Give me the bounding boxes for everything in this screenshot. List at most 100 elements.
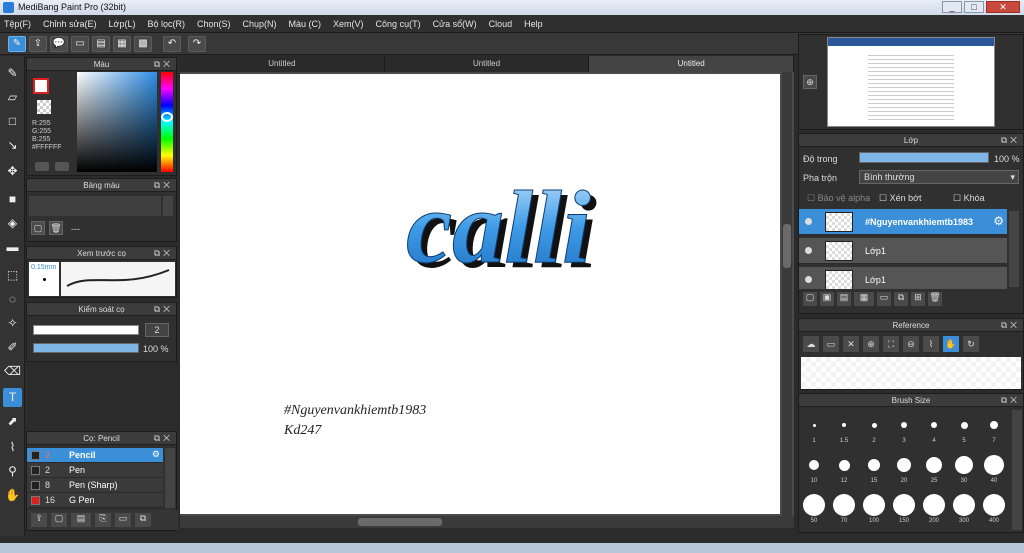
hand-tool-icon[interactable]: ✋ — [3, 486, 22, 505]
operation-tool-icon[interactable]: ⬈ — [3, 412, 22, 431]
brush-size-option[interactable] — [891, 452, 917, 478]
select-eraser-icon[interactable]: ⌫ — [3, 362, 22, 381]
brush-size-option[interactable] — [801, 412, 827, 438]
color-option-icon[interactable] — [35, 162, 49, 171]
brush-tool-icon[interactable]: ✎ — [3, 64, 22, 83]
layer-opacity-slider[interactable] — [859, 152, 989, 163]
brush-size-option[interactable] — [921, 452, 947, 478]
panel-controls-icon[interactable]: ⧉✕ — [1001, 319, 1020, 332]
panel-controls-icon[interactable]: ⧉✕ — [154, 247, 173, 260]
select-rect-icon[interactable]: ⬚ — [3, 266, 22, 285]
brush-size-option[interactable] — [921, 492, 947, 518]
undo-icon[interactable]: ↶ — [163, 36, 181, 52]
reference-hand-icon[interactable]: ✋ — [943, 336, 959, 352]
reference-zoom-in-icon[interactable]: ⊕ — [863, 336, 879, 352]
brush-duplicate-icon[interactable]: ⧉ — [135, 513, 151, 527]
gear-icon[interactable]: ⚙ — [993, 214, 1004, 228]
tab-untitled-1[interactable]: Untitled — [180, 56, 385, 72]
brush-list-item[interactable]: 16 G Pen — [27, 493, 163, 508]
brush-add-icon[interactable]: ▤ — [71, 513, 91, 527]
brush-folder-icon[interactable]: ▭ — [115, 513, 131, 527]
drawing-canvas[interactable]: calli calli #Nguyenvankhiemtb1983 Kd247 — [180, 74, 780, 514]
layer-row[interactable]: #Nguyenvankhiemtb1983 ⚙ — [799, 209, 1007, 235]
lock-checkbox[interactable]: ☐ Khóa — [953, 193, 985, 204]
reference-close-icon[interactable]: ✕ — [843, 336, 859, 352]
brush-copy-icon[interactable]: ⎘ — [95, 513, 111, 527]
menu-color[interactable]: Màu (C) — [289, 19, 322, 29]
brush-new-icon[interactable]: ▢ — [51, 513, 67, 527]
panel-controls-icon[interactable]: ⧉✕ — [154, 303, 173, 316]
brush-size-option[interactable] — [981, 492, 1007, 518]
brush-size-option[interactable] — [861, 492, 887, 518]
panel-controls-icon[interactable]: ⧉✕ — [154, 432, 173, 445]
new-halftone-layer-icon[interactable]: ▣ — [820, 292, 834, 306]
panel-controls-icon[interactable]: ⧉✕ — [154, 58, 173, 71]
lasso-icon[interactable]: ◌ — [3, 290, 22, 309]
layer-row[interactable]: Lớp1 — [799, 238, 1007, 264]
panel-controls-icon[interactable]: ⧉✕ — [1001, 134, 1020, 147]
menu-tools[interactable]: Công cụ(T) — [376, 19, 421, 29]
move-tool-icon[interactable]: ✥ — [3, 162, 22, 181]
new-palette-icon[interactable]: ▢ — [31, 221, 45, 235]
tab-untitled-2[interactable]: Untitled — [385, 56, 590, 72]
line-tool-icon[interactable]: ↘ — [3, 136, 22, 155]
pages-icon[interactable]: ▦ — [113, 36, 131, 52]
hue-slider-knob[interactable] — [161, 112, 173, 122]
eye-icon[interactable] — [805, 218, 812, 225]
grid-icon[interactable]: ▩ — [134, 36, 152, 52]
duplicate-layer-icon[interactable]: ⧉ — [894, 292, 908, 306]
brush-size-input[interactable]: 2 — [145, 323, 169, 337]
brush-size-slider[interactable] — [33, 325, 139, 335]
brush-size-option[interactable] — [861, 452, 887, 478]
new-layer-icon[interactable]: ▢ — [803, 292, 817, 306]
delete-palette-icon[interactable]: 🗑 — [49, 221, 63, 235]
canvas-hscroll-thumb[interactable] — [358, 518, 442, 526]
brush-size-option[interactable] — [891, 492, 917, 518]
brush-size-option[interactable] — [951, 452, 977, 478]
brush-size-option[interactable] — [831, 452, 857, 478]
redo-icon[interactable]: ↷ — [188, 36, 206, 52]
zoom-icon[interactable]: ⊕ — [803, 75, 817, 89]
reference-fit-icon[interactable]: ⛶ — [883, 336, 899, 352]
hue-slider[interactable] — [161, 72, 173, 172]
brush-list-item[interactable]: 2 Pen — [27, 463, 163, 478]
bucket-tool-icon[interactable]: ◈ — [3, 214, 22, 233]
text-tool-icon[interactable]: T — [3, 388, 22, 407]
brush-size-scrollbar[interactable] — [1012, 410, 1022, 530]
protect-alpha-checkbox[interactable]: ☐ Bảo vệ alpha — [807, 193, 870, 204]
brush-size-option[interactable] — [891, 412, 917, 438]
foreground-color-swatch[interactable] — [33, 78, 49, 94]
brush-size-option[interactable] — [831, 412, 857, 438]
brush-size-option[interactable] — [981, 452, 1007, 478]
color-picker-icon[interactable] — [55, 162, 69, 171]
brush-size-option[interactable] — [981, 412, 1007, 438]
add-layer-menu-icon[interactable]: ▦ — [854, 292, 874, 306]
reference-open-icon[interactable]: ▭ — [823, 336, 839, 352]
panel-controls-icon[interactable]: ⧉✕ — [1001, 394, 1020, 407]
brush-opacity-slider[interactable] — [33, 343, 139, 353]
reference-eyedropper-icon[interactable]: ⌇ — [923, 336, 939, 352]
brush-size-option[interactable] — [951, 412, 977, 438]
eyedropper-icon[interactable]: ⌇ — [3, 438, 22, 457]
brush-upload-icon[interactable]: ⇪ — [31, 513, 47, 527]
close-button[interactable]: ✕ — [986, 1, 1020, 13]
brush-list-item[interactable]: 2 Pencil ⚙ — [27, 448, 163, 463]
save-icon[interactable]: ⇪ — [29, 36, 47, 52]
brush-list-scrollbar[interactable] — [165, 448, 175, 508]
reference-canvas[interactable] — [801, 357, 1021, 389]
comment-icon[interactable]: ▭ — [71, 36, 89, 52]
canvas-vscroll-thumb[interactable] — [783, 224, 791, 268]
tab-untitled-3[interactable]: Untitled — [589, 56, 795, 72]
palette-scrollbar[interactable] — [163, 196, 173, 216]
menu-view[interactable]: Xem(V) — [333, 19, 364, 29]
brush-size-option[interactable] — [831, 492, 857, 518]
brush-list-item[interactable]: 8 Pen (Sharp) — [27, 478, 163, 493]
chat-icon[interactable]: 💬 — [50, 36, 68, 52]
dropper-icon[interactable]: ⚲ — [3, 462, 22, 481]
canvas-hscrollbar[interactable] — [180, 516, 794, 528]
panel-controls-icon[interactable]: ⧉✕ — [154, 179, 173, 192]
menu-file[interactable]: Tệp(F) — [4, 19, 31, 29]
page-icon[interactable]: ▤ — [92, 36, 110, 52]
dot-tool-icon[interactable]: □ — [3, 112, 22, 131]
gradient-tool-icon[interactable]: ▬ — [3, 238, 22, 257]
